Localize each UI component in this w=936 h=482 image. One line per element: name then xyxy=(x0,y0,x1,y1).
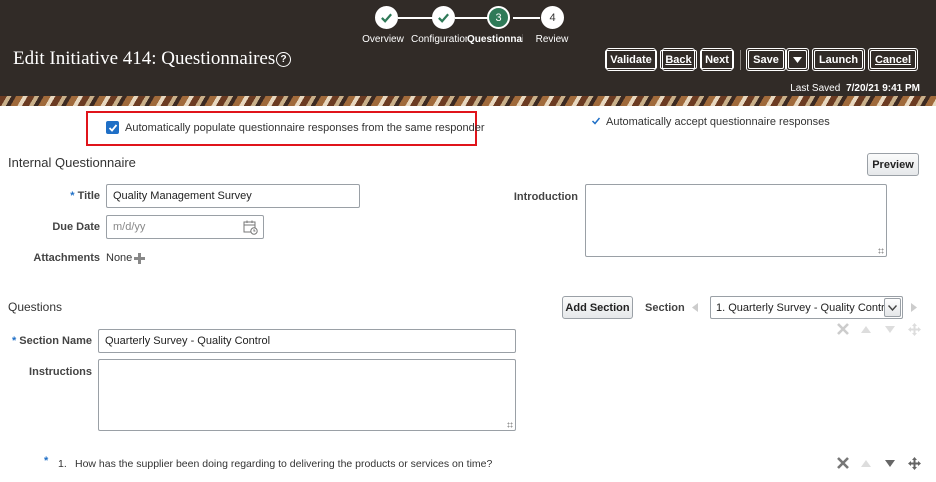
validate-button[interactable]: Validate xyxy=(605,48,657,71)
introduction-label: Introduction xyxy=(513,191,578,203)
page-header: Overview Configuration 3 Questionnaires … xyxy=(0,0,936,96)
page-title: Edit Initiative 414: Questionnaires xyxy=(13,48,276,69)
chevron-down-icon[interactable] xyxy=(884,298,901,317)
title-label-text: Title xyxy=(77,190,100,202)
next-button-label: Next xyxy=(700,50,734,69)
required-indicator: * xyxy=(44,455,49,467)
train-stop-overview[interactable] xyxy=(375,6,398,29)
cancel-button[interactable]: Cancel xyxy=(868,48,918,71)
move-up-icon[interactable] xyxy=(860,458,872,468)
questions-heading: Questions xyxy=(8,300,63,314)
question-number: 1. xyxy=(58,458,67,470)
auto-accept-label: Automatically accept questionnaire respo… xyxy=(606,116,830,128)
chevron-right-icon[interactable] xyxy=(910,302,918,313)
train-connector xyxy=(513,17,540,19)
move-down-icon[interactable] xyxy=(884,324,896,334)
section-name-input[interactable]: Quarterly Survey - Quality Control xyxy=(98,329,516,353)
help-icon[interactable]: ? xyxy=(276,52,291,67)
section-select-value: 1. Quarterly Survey - Quality Control xyxy=(716,301,894,314)
checkmark-icon[interactable] xyxy=(590,115,602,127)
next-button[interactable]: Next xyxy=(700,48,734,71)
chevron-left-icon[interactable] xyxy=(691,302,699,313)
resize-grip-icon[interactable] xyxy=(507,422,513,428)
last-saved: Last Saved 7/20/21 9:41 PM xyxy=(790,83,920,94)
move-up-icon[interactable] xyxy=(860,324,872,334)
move-icon[interactable] xyxy=(907,322,921,336)
train-connector xyxy=(398,17,433,19)
cancel-button-label: Cancel xyxy=(869,50,917,69)
last-saved-value: 7/20/21 9:41 PM xyxy=(846,83,920,94)
chevron-down-icon xyxy=(788,50,807,69)
back-button[interactable]: Back xyxy=(660,48,697,71)
launch-button[interactable]: Launch xyxy=(812,48,865,71)
attachments-value: None xyxy=(106,252,133,264)
due-date-label: Due Date xyxy=(52,221,100,233)
delete-icon[interactable] xyxy=(836,322,850,336)
question-text[interactable]: How has the supplier been doing regardin… xyxy=(75,458,492,470)
save-button[interactable]: Save xyxy=(746,48,786,71)
last-saved-label: Last Saved xyxy=(790,83,841,94)
save-button-label: Save xyxy=(748,50,784,69)
section-name-label: * Section Name xyxy=(11,335,92,347)
section-selector-label: Section xyxy=(645,302,685,314)
resize-grip-icon[interactable] xyxy=(878,248,884,254)
auto-populate-checkbox[interactable] xyxy=(106,121,119,134)
decorative-banner xyxy=(0,96,936,106)
attachments-label: Attachments xyxy=(33,252,100,264)
toolbar-separator xyxy=(740,50,741,70)
train-stop-label: Review xyxy=(535,34,569,45)
train-stop-label: Configuration xyxy=(411,34,467,45)
move-down-icon[interactable] xyxy=(884,458,896,468)
title-label: * Title xyxy=(70,190,100,202)
preview-button[interactable]: Preview xyxy=(867,153,919,176)
back-button-label: Back xyxy=(660,50,697,69)
checkmark-icon xyxy=(381,13,392,23)
instructions-label: Instructions xyxy=(29,366,92,378)
section-name-label-text: Section Name xyxy=(19,335,92,347)
train-stop-questionnaires[interactable]: 3 xyxy=(487,6,510,29)
checkmark-icon xyxy=(438,13,449,23)
section-select[interactable]: 1. Quarterly Survey - Quality Control xyxy=(710,296,903,319)
introduction-textarea[interactable] xyxy=(585,184,887,257)
train-stop-review[interactable]: 4 xyxy=(541,6,564,29)
internal-questionnaire-heading: Internal Questionnaire xyxy=(8,155,136,170)
launch-button-label: Launch xyxy=(813,50,864,69)
due-date-input[interactable]: m/d/yy xyxy=(106,215,264,239)
move-icon[interactable] xyxy=(907,456,921,470)
calendar-icon[interactable] xyxy=(242,219,258,235)
train-stop-configuration[interactable] xyxy=(432,6,455,29)
checkmark-icon xyxy=(108,123,117,132)
add-icon[interactable] xyxy=(133,252,145,264)
title-input[interactable]: Quality Management Survey xyxy=(106,184,360,208)
save-menu-button[interactable] xyxy=(786,48,809,71)
auto-populate-label[interactable]: Automatically populate questionnaire res… xyxy=(125,122,485,134)
instructions-textarea[interactable] xyxy=(98,359,516,431)
train-connector xyxy=(455,17,488,19)
validate-button-label: Validate xyxy=(605,50,657,69)
add-section-button[interactable]: Add Section xyxy=(562,296,633,319)
delete-icon[interactable] xyxy=(836,456,850,470)
